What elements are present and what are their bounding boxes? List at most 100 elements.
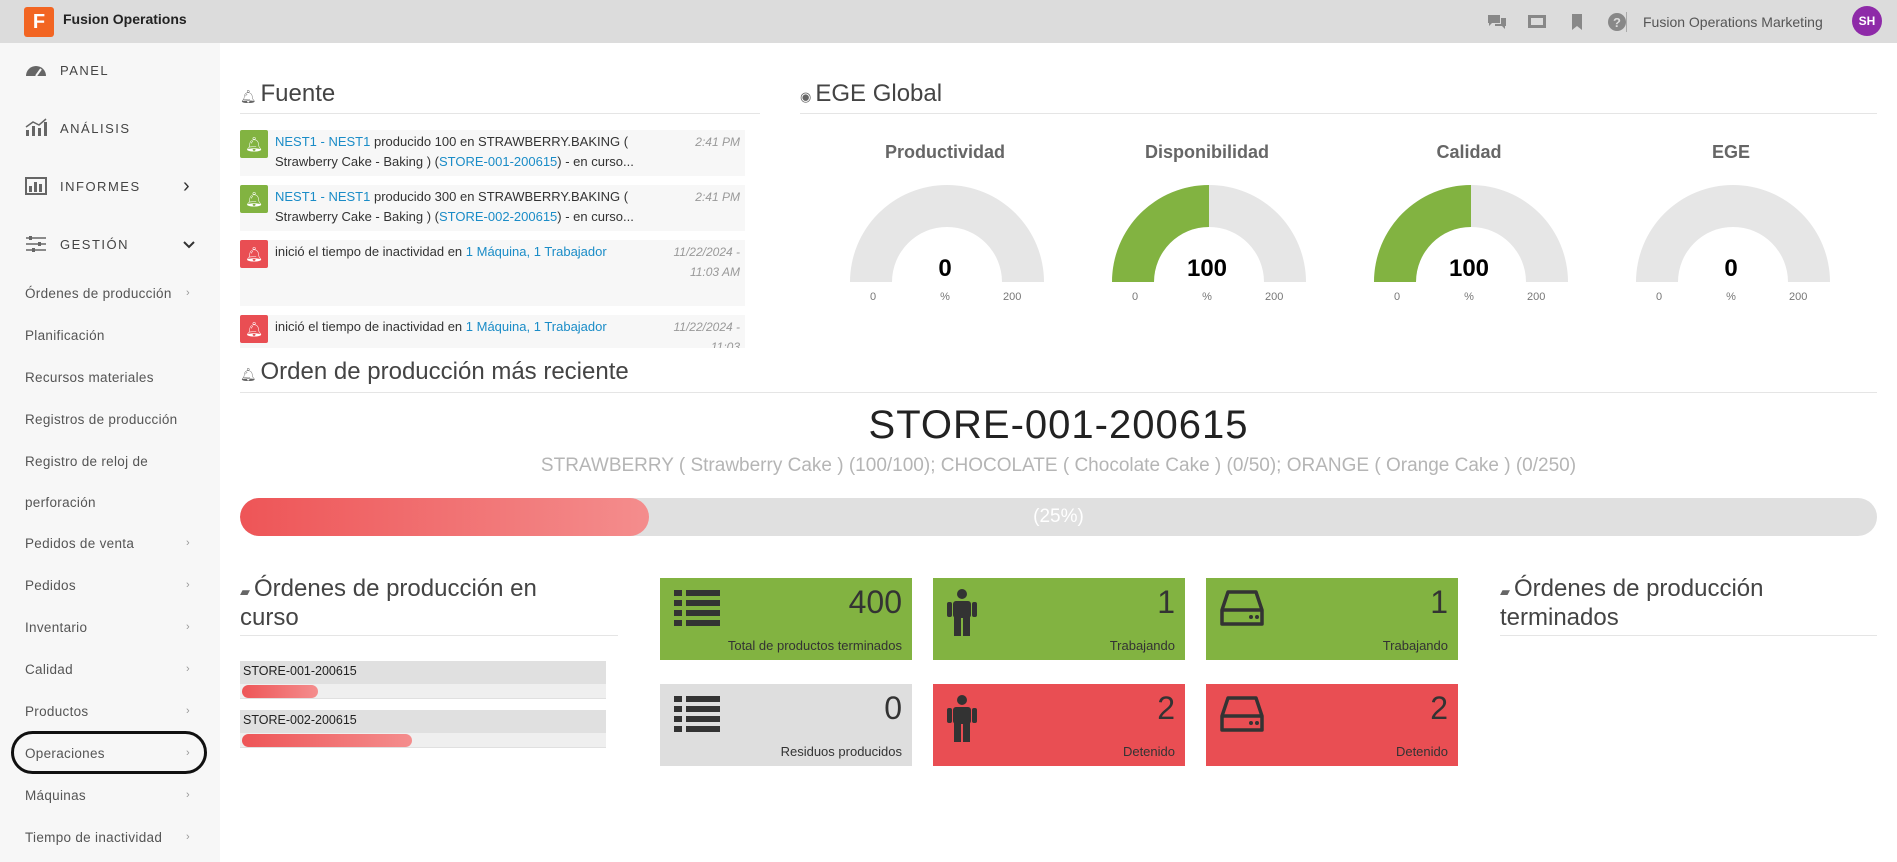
sidebar-sub-registro-reloj[interactable]: Registro de reloj de: [0, 442, 220, 480]
svg-text:?: ?: [1613, 15, 1621, 30]
order-progress-bar: (25%): [240, 498, 1877, 536]
divider: [240, 392, 1877, 393]
help-icon[interactable]: ?: [1607, 12, 1627, 32]
sidebar-sub-label: Recursos materiales: [25, 369, 154, 385]
progress-fill: [242, 734, 412, 747]
feed-item: 🔔︎ inició el tiempo de inactividad en 1 …: [240, 315, 745, 348]
feed-time: 2:41 PM: [695, 135, 740, 149]
app-logo[interactable]: F: [24, 7, 54, 37]
bell-icon: 🔔︎: [240, 240, 268, 268]
sidebar-sub-inventario[interactable]: Inventario ›: [0, 608, 220, 646]
in-progress-order[interactable]: STORE-002-200615: [240, 710, 606, 748]
chevron-right-icon: ›: [186, 579, 190, 591]
in-progress-order[interactable]: STORE-001-200615: [240, 661, 606, 699]
sidebar-sub-label: Pedidos: [25, 577, 76, 593]
feed-link[interactable]: STORE-001-200615: [439, 154, 557, 169]
sidebar-item-informes[interactable]: INFORMES ›: [0, 161, 220, 211]
feed-link[interactable]: NEST1 - NEST1: [275, 189, 370, 204]
sidebar-item-analisis[interactable]: ANÁLISIS: [0, 103, 220, 153]
stat-label: Trabajando: [1382, 638, 1448, 653]
bell-icon: 🔔︎: [240, 89, 257, 104]
divider: [240, 113, 760, 114]
gauge-productividad: Productividad 0 0% 200: [830, 140, 1060, 315]
feed-text-part: ) - en curso...: [557, 209, 634, 224]
progress-fill: [242, 685, 318, 698]
chevron-right-icon: ›: [183, 174, 190, 197]
feed-text: inició el tiempo de inactividad en 1 Máq…: [275, 242, 635, 262]
stat-number: 2: [1430, 690, 1448, 726]
in-progress-title: ▰ Órdenes de producción en curso: [240, 576, 580, 631]
gauge-unit: %: [1464, 291, 1474, 303]
feed-item: 🔔︎ NEST1 - NEST1 producido 300 en STRAWB…: [240, 185, 745, 231]
finished-title: ▰ Órdenes de producción terminados: [1500, 576, 1860, 631]
person-icon: [947, 588, 997, 638]
sidebar-sub-registro-reloj-cont[interactable]: perforación: [0, 483, 220, 521]
feed-link[interactable]: 1 Máquina, 1 Trabajador: [466, 319, 607, 334]
bookmark-icon[interactable]: [1567, 12, 1587, 32]
chevron-right-icon: ›: [186, 537, 190, 549]
stat-tile-finished-products: 400 Total de productos terminados: [660, 578, 912, 660]
list-icon: [674, 588, 724, 638]
sidebar-sub-maquinas[interactable]: Máquinas ›: [0, 776, 220, 814]
chevron-right-icon: ›: [186, 287, 190, 299]
feed-text: NEST1 - NEST1 producido 100 en STRAWBERR…: [275, 132, 655, 172]
chevron-right-icon: ›: [186, 663, 190, 675]
stat-number: 1: [1157, 584, 1175, 620]
sidebar-sub-planificacion[interactable]: Planificación: [0, 316, 220, 354]
sidebar-sub-ordenes-produccion[interactable]: Órdenes de producción ›: [0, 274, 220, 312]
recent-order-title: 🔔︎ Orden de producción más reciente: [240, 358, 629, 386]
presentation-icon[interactable]: [1527, 12, 1547, 32]
stat-label: Total de productos terminados: [727, 638, 902, 653]
stat-tile-waste: 0 Residuos producidos: [660, 684, 912, 766]
dashboard-gauge-icon: [24, 58, 48, 82]
selection-highlight: [11, 731, 207, 774]
gauge-value: 100: [1186, 255, 1228, 282]
sidebar-sub-label: Pedidos de venta: [25, 535, 135, 551]
sidebar-sub-pedidos-venta[interactable]: Pedidos de venta ›: [0, 524, 220, 562]
sidebar-sub-label: Tiempo de inactividad: [25, 829, 163, 845]
sidebar-sub-tiempo-inactividad[interactable]: Tiempo de inactividad ›: [0, 818, 220, 856]
finished-title-text: Órdenes de producción terminados: [1500, 575, 1764, 631]
gauge-disponibilidad: Disponibilidad 100 0% 200: [1092, 140, 1322, 315]
feed-text-part: inició el tiempo de inactividad en: [275, 244, 466, 259]
chevron-right-icon: ›: [186, 789, 190, 801]
divider: [1626, 12, 1627, 32]
sidebar-item-label: ANÁLISIS: [60, 120, 131, 136]
stat-tile-machines-stopped: 2 Detenido: [1206, 684, 1458, 766]
sidebar-item-gestion[interactable]: GESTIÓN: [0, 219, 220, 269]
sidebar-sub-registros-produccion[interactable]: Registros de producción: [0, 400, 220, 438]
stat-number: 2: [1157, 690, 1175, 726]
in-progress-title-text: Órdenes de producción en curso: [240, 575, 537, 631]
feed-link[interactable]: 1 Máquina, 1 Trabajador: [466, 244, 607, 259]
sidebar-sub-label: Registro de reloj de: [25, 453, 149, 469]
bell-icon: 🔔︎: [240, 367, 257, 382]
feed-time: 11/22/2024 - 11:03 AM: [673, 245, 741, 279]
feed-link[interactable]: NEST1 - NEST1: [275, 134, 370, 149]
sidebar-sub-productos[interactable]: Productos ›: [0, 692, 220, 730]
sidebar-sub-label: Máquinas: [25, 787, 86, 803]
gauge-title: Disponibilidad: [1145, 142, 1269, 162]
sidebar-sub-recursos-materiales[interactable]: Recursos materiales: [0, 358, 220, 396]
folder-open-icon: ▰: [240, 584, 250, 599]
order-id[interactable]: STORE-001-200615: [240, 403, 1877, 448]
sidebar-sub-pedidos[interactable]: Pedidos ›: [0, 566, 220, 604]
sidebar-item-panel[interactable]: PANEL: [0, 45, 220, 95]
sidebar-sub-label: Productos: [25, 703, 89, 719]
ege-title-text: EGE Global: [815, 80, 943, 107]
feed-title-text: Fuente: [260, 80, 336, 107]
sidebar-item-label: PANEL: [60, 62, 110, 78]
org-name[interactable]: Fusion Operations Marketing: [1643, 14, 1823, 30]
stat-tile-machines-working: 1 Trabajando: [1206, 578, 1458, 660]
app-title[interactable]: Fusion Operations: [63, 11, 187, 27]
divider: [240, 635, 618, 636]
sidebar-sub-label: Órdenes de producción: [25, 285, 172, 301]
sidebar-sub-calidad[interactable]: Calidad ›: [0, 650, 220, 688]
order-name: STORE-002-200615: [243, 713, 357, 727]
sidebar-item-label: GESTIÓN: [60, 236, 130, 252]
feed-time: 11/22/2024 - 11:03: [673, 320, 741, 348]
feed-link[interactable]: STORE-002-200615: [439, 209, 557, 224]
chat-icon[interactable]: [1487, 12, 1507, 32]
avatar[interactable]: SH: [1852, 6, 1882, 36]
sidebar-sub-label: Inventario: [25, 619, 88, 635]
report-icon: [24, 174, 48, 198]
